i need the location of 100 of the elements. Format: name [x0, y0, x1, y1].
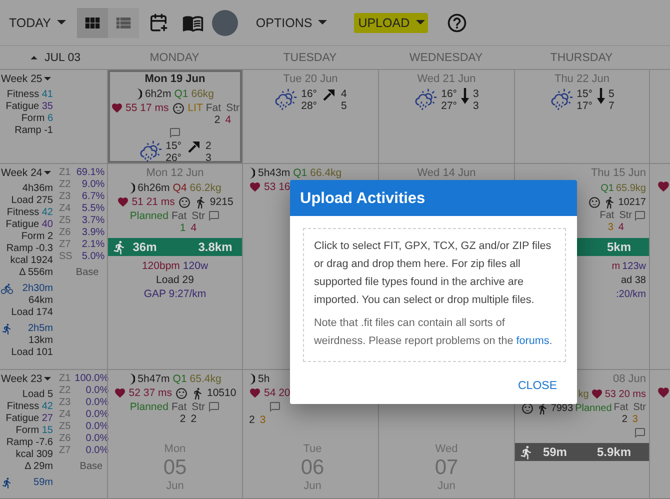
running-icon — [1, 477, 13, 489]
zone-label: Z1 — [59, 373, 71, 385]
wind-value: 3 — [206, 152, 212, 163]
comment-icon[interactable] — [208, 401, 220, 413]
day-metric: Planned — [130, 210, 168, 223]
activity-bar[interactable]: 36m 3.8km — [108, 238, 242, 256]
temperature: 27° — [441, 100, 458, 112]
grid-view-button[interactable] — [76, 8, 108, 38]
sport-duration: 59m — [34, 477, 53, 489]
week-stat: Ramp -7.6 — [6, 437, 53, 449]
day-date: Mon 19 Jun — [144, 73, 206, 86]
day-metric: Q1 — [293, 167, 308, 180]
day-cell[interactable]: Mon 19 Jun 6h2m Q1 66kg 55 17 ms LIT Fat Str 2 4 15° 26° 2 3 — [107, 70, 242, 163]
caret-icon — [44, 77, 52, 81]
day-metric: 66kg — [191, 88, 214, 101]
weekday-header: MONDAY — [148, 52, 200, 64]
zone-note: Base — [74, 267, 100, 279]
metric-value: 3 — [260, 414, 266, 426]
day-metric: 6h26m — [138, 182, 170, 195]
temperature: 15° — [576, 88, 593, 100]
week-menu[interactable]: Week 23 — [1, 373, 52, 385]
day-metric: 66.2kg — [190, 182, 222, 195]
heart-icon — [657, 180, 670, 193]
drop-zone[interactable] — [303, 228, 566, 362]
options-button[interactable]: OPTIONS — [252, 12, 330, 32]
weather-icon — [138, 140, 163, 163]
moon-icon — [136, 88, 142, 100]
comment-icon[interactable] — [634, 427, 646, 439]
day-metric: 66.4kg — [310, 167, 342, 180]
zone-label: Z5 — [59, 421, 71, 433]
metric-value: 2 — [622, 414, 628, 426]
day-cell[interactable]: Tue 20 Jun 16° 28° 4 5 — [242, 70, 378, 163]
week-stat: Δ 29m — [24, 461, 53, 473]
metric-label: Str — [192, 401, 206, 413]
metric-label: Str — [226, 102, 240, 114]
comment-icon[interactable] — [169, 127, 181, 139]
zone-label: Z2 — [59, 179, 72, 191]
caret-icon — [56, 20, 66, 25]
today-button[interactable]: TODAY — [5, 12, 69, 32]
week-stat: Form 15 — [16, 425, 53, 437]
upload-button[interactable]: UPLOAD — [354, 12, 428, 32]
sport-duration: 2h5m — [28, 323, 53, 335]
comment-icon[interactable] — [268, 401, 281, 413]
caret-icon — [416, 20, 425, 25]
metric-value: 1 — [180, 222, 186, 234]
day-metric: Planned — [130, 401, 168, 414]
day-metric: GAP 9:27/km — [144, 288, 206, 301]
week-menu[interactable]: Week 25 — [1, 73, 52, 85]
wind-value: 3 — [473, 100, 479, 112]
comment-icon[interactable] — [634, 210, 646, 222]
heart-icon — [249, 387, 261, 399]
metric-value: 2 — [249, 414, 255, 426]
week-stat: Ramp -0.3 — [6, 243, 53, 255]
day-metric: 120bpm — [142, 260, 180, 273]
day-date: 08 Jun — [612, 373, 646, 386]
day-metric: :20/km — [616, 288, 646, 301]
day-cell[interactable]: Mon 12 Jun 6h26m Q4 66.2kg 51 21 ms 9215 Planned Fat Str 1 4 36m 3.8km 120bpm 120w Load 29 GAP 9:27/km — [107, 164, 242, 369]
day-metric: 54 20 — [264, 387, 290, 400]
zone-value: 100.0% — [74, 373, 109, 385]
wind-value: 3 — [473, 88, 479, 100]
day-metric: 65.4kg — [190, 373, 222, 386]
temperature: 26° — [166, 152, 182, 163]
week-stat: Fitness 42 — [6, 401, 53, 413]
day-metric: 53 20 ms — [604, 388, 646, 401]
day-metric: 9215 — [210, 196, 234, 209]
running-icon — [112, 240, 127, 254]
zone-label: Z4 — [59, 203, 72, 215]
calendar-plus-icon[interactable] — [148, 13, 168, 32]
day-metric: m — [612, 260, 620, 273]
zone-value: 3.7% — [80, 215, 105, 227]
week-stat: Fitness 41 — [6, 89, 53, 101]
zone-label: Z4 — [59, 409, 71, 421]
sport-distance: 64km — [28, 295, 53, 307]
day-metric: 7993 — [550, 402, 574, 415]
comment-icon[interactable] — [208, 210, 220, 222]
avatar[interactable] — [212, 10, 238, 36]
activity-bar[interactable]: 59m 5.9km — [515, 443, 649, 461]
sport-distance: 13km — [28, 335, 53, 347]
day-date: Tue 20 Jun — [283, 73, 338, 86]
help-icon[interactable] — [446, 12, 468, 34]
day-metric: 65.9kg — [616, 182, 646, 195]
metric-label: Fat — [206, 102, 222, 114]
day-metric: 123w — [622, 260, 646, 273]
week-stat: kcal 309 — [16, 449, 53, 461]
day-metric: Q1 — [600, 182, 614, 195]
day-cell[interactable]: Thu 22 Jun 15° 17° 5 7 — [514, 70, 649, 163]
week-stat: 4h36m — [22, 183, 53, 195]
heart-icon — [657, 386, 670, 399]
moon-icon — [249, 167, 255, 179]
day-metric: 10510 — [207, 387, 236, 400]
metric-label: Fat — [171, 401, 187, 413]
dialog-title: Upload Activities — [300, 189, 426, 208]
week-menu[interactable]: Week 24 — [1, 167, 52, 179]
day-metric: LIT — [188, 102, 203, 115]
day-metric: 51 21 ms — [132, 196, 175, 209]
metric-value: 4 — [618, 222, 624, 234]
arrow-up-right-icon — [186, 140, 201, 155]
sport-load: Load 101 — [11, 347, 53, 359]
forums-link[interactable]: forums — [516, 335, 550, 347]
day-cell[interactable]: Wed 21 Jun 16° 27° 3 3 — [378, 70, 514, 163]
